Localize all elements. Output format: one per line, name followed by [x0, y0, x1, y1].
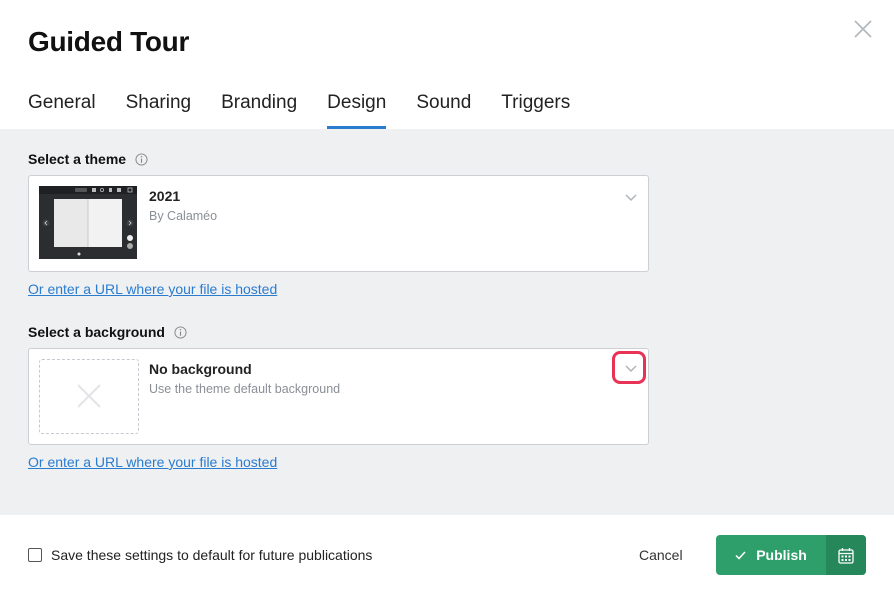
theme-select[interactable]: 2021 By Calaméo — [28, 175, 649, 272]
tab-design[interactable]: Design — [327, 88, 387, 129]
x-placeholder-icon — [77, 384, 101, 408]
info-icon[interactable] — [174, 325, 187, 339]
background-section-label: Select a background — [28, 324, 187, 340]
tab-sharing[interactable]: Sharing — [126, 88, 192, 129]
save-default-label[interactable]: Save these settings to default for futur… — [51, 547, 372, 563]
tab-branding[interactable]: Branding — [221, 88, 297, 129]
background-url-link[interactable]: Or enter a URL where your file is hosted — [28, 454, 277, 470]
theme-label-text: Select a theme — [28, 151, 127, 167]
background-selected-title: No background — [149, 361, 252, 377]
theme-selected-title: 2021 — [149, 188, 181, 204]
design-panel: Select a theme 2021 By Calaméo Or enter … — [0, 129, 894, 515]
calendar-icon — [838, 547, 854, 564]
schedule-button[interactable] — [826, 535, 866, 575]
dialog-footer: Save these settings to default for futur… — [0, 515, 894, 598]
no-background-thumbnail — [39, 359, 139, 434]
publish-split-button: Publish — [716, 535, 866, 575]
info-icon[interactable] — [135, 152, 148, 166]
chevron-down-icon[interactable] — [624, 361, 638, 375]
save-default-checkbox[interactable] — [28, 548, 42, 562]
theme-preview-thumbnail — [39, 186, 137, 259]
background-label-text: Select a background — [28, 324, 165, 340]
check-icon — [735, 550, 746, 560]
publish-button[interactable]: Publish — [716, 535, 826, 575]
theme-section-label: Select a theme — [28, 151, 148, 167]
tab-bar: General Sharing Branding Design Sound Tr… — [28, 88, 600, 129]
dialog-header: Guided Tour General Sharing Branding Des… — [0, 0, 894, 129]
tab-triggers[interactable]: Triggers — [501, 88, 570, 129]
theme-url-link[interactable]: Or enter a URL where your file is hosted — [28, 281, 277, 297]
tab-sound[interactable]: Sound — [416, 88, 471, 129]
dialog-title: Guided Tour — [28, 26, 190, 57]
publish-label: Publish — [756, 547, 807, 563]
chevron-down-icon[interactable] — [624, 190, 638, 204]
theme-selected-subtitle: By Calaméo — [149, 209, 218, 223]
close-icon[interactable] — [851, 17, 875, 41]
cancel-button[interactable]: Cancel — [639, 547, 683, 563]
background-select[interactable]: No background Use the theme default back… — [28, 348, 649, 445]
background-selected-subtitle: Use the theme default background — [149, 382, 341, 396]
tab-general[interactable]: General — [28, 88, 96, 129]
